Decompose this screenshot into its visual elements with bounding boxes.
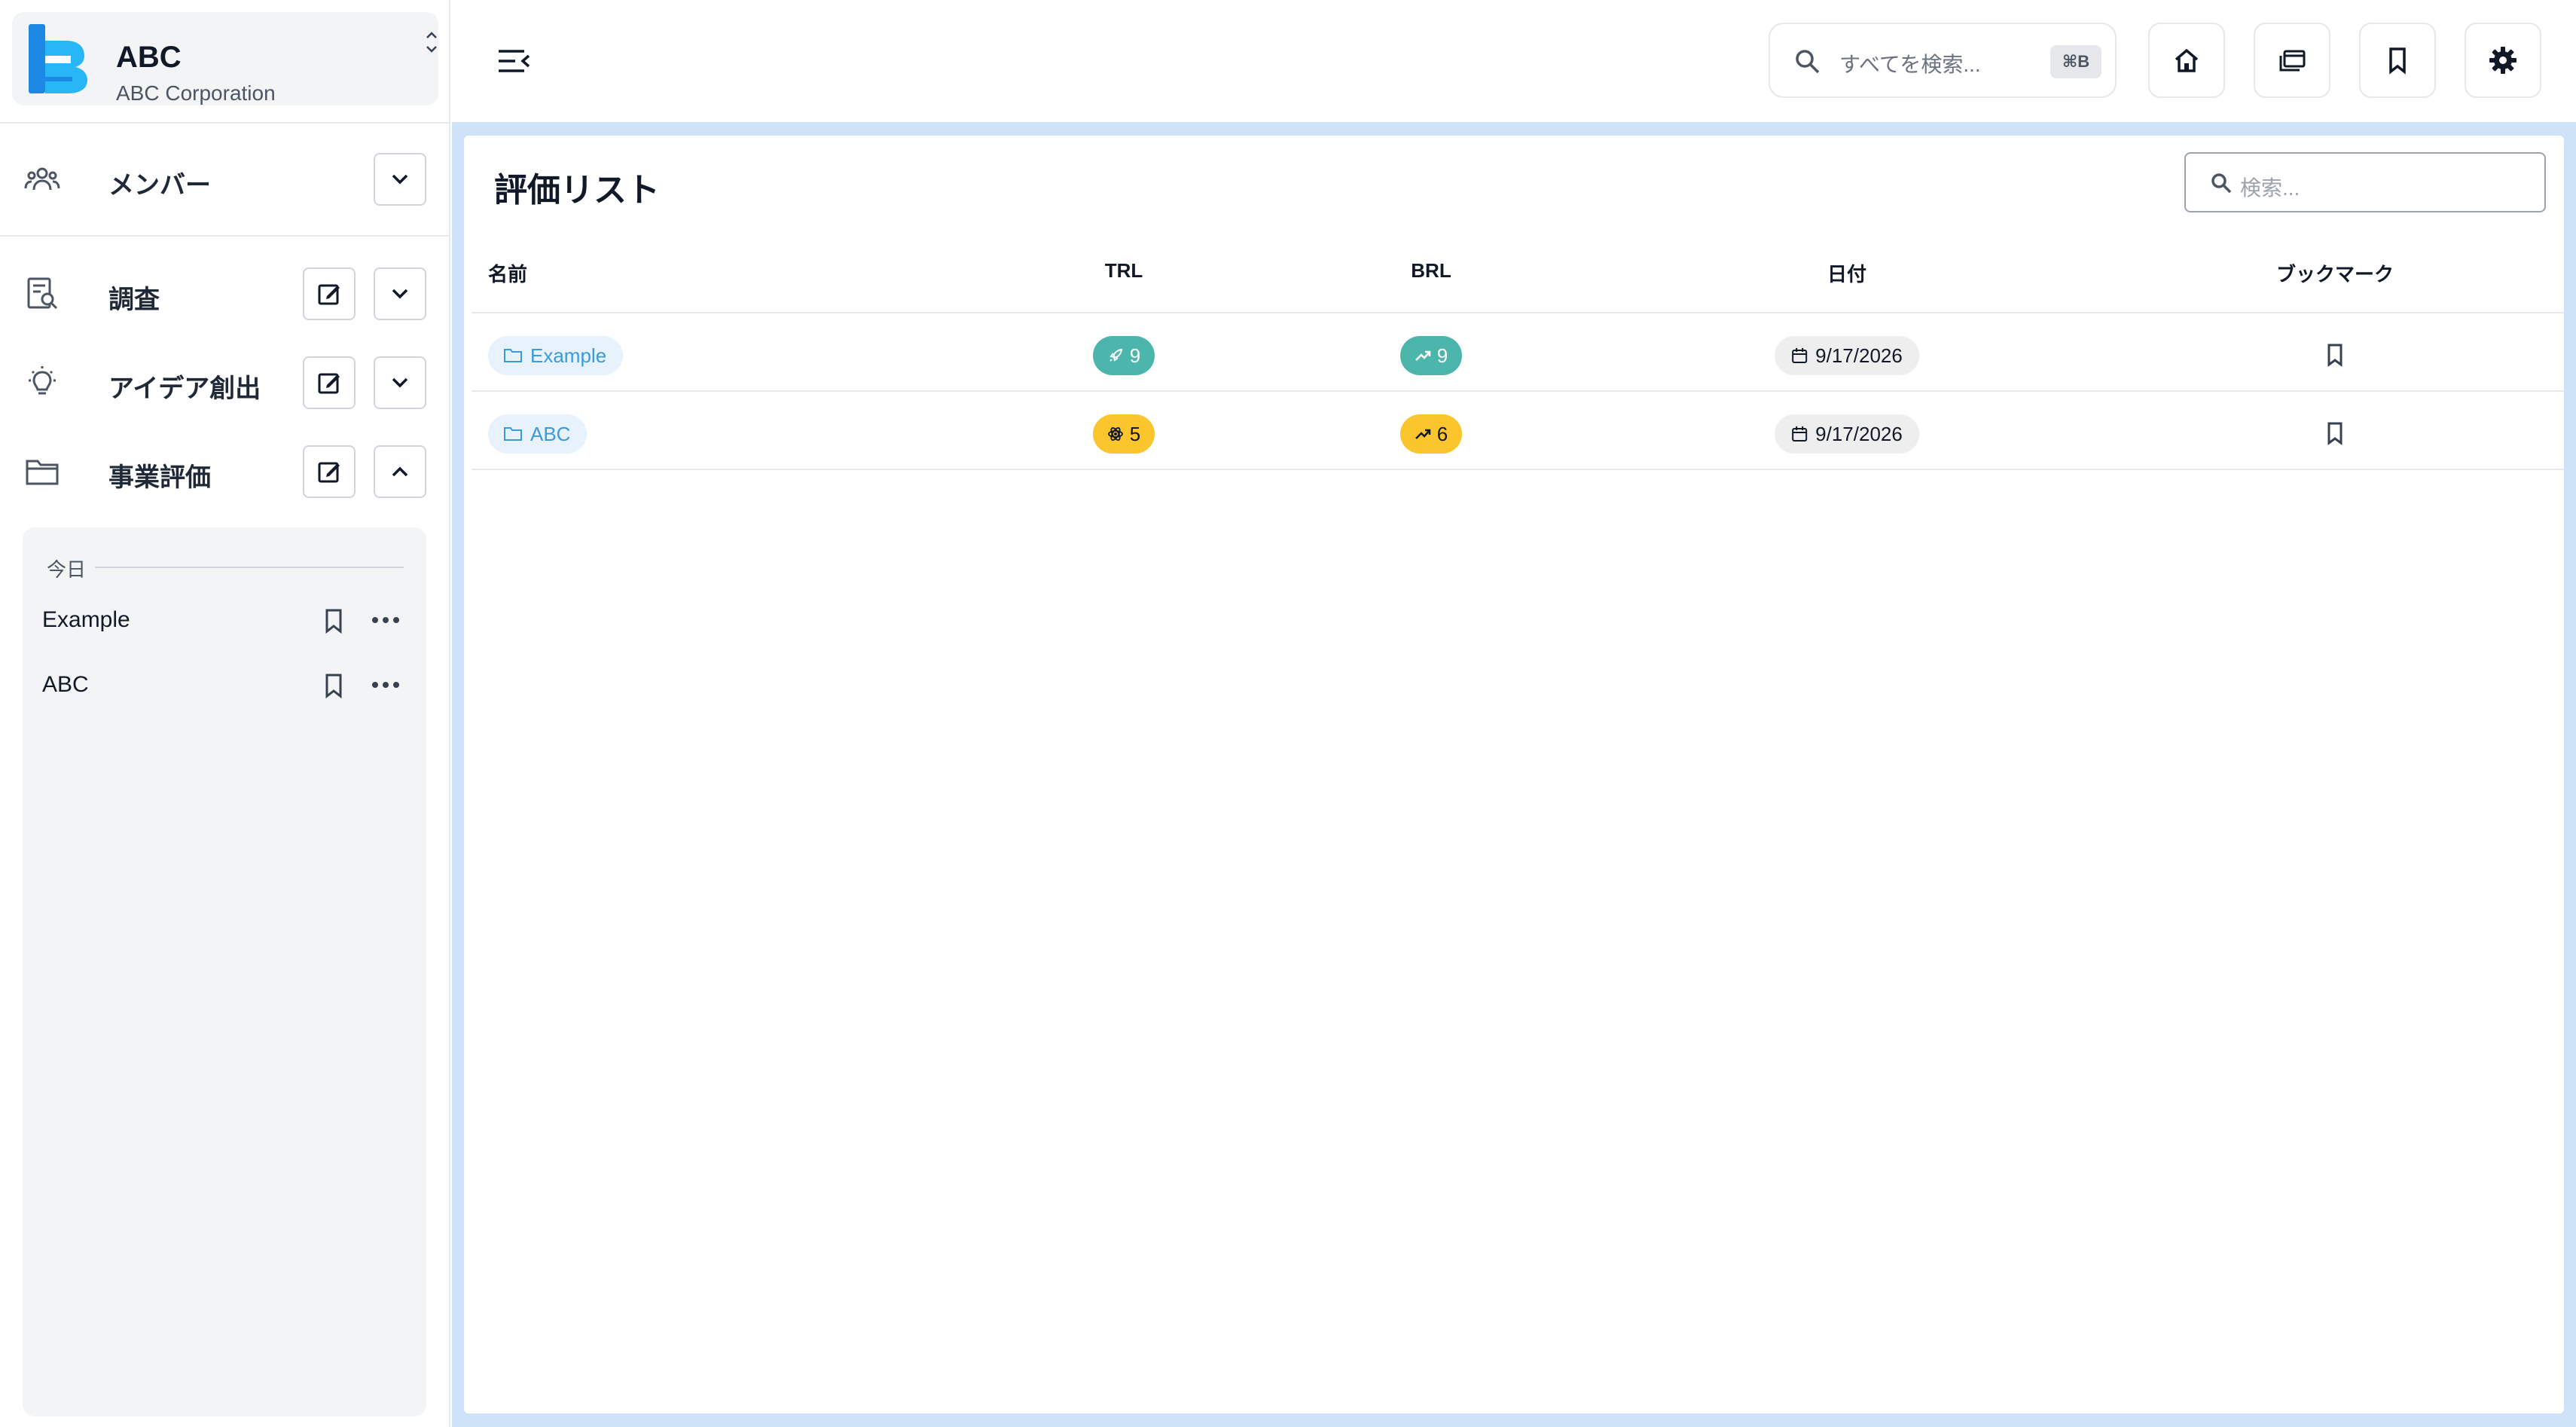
chevron-down-icon: [392, 289, 408, 299]
bookmark-icon[interactable]: [321, 672, 346, 699]
expand-ideation-button[interactable]: [374, 356, 426, 409]
sidebar-item-label: メンバー: [108, 171, 211, 200]
search-icon: [2211, 173, 2232, 194]
table-divider: [472, 469, 2564, 470]
sidebar-toggle-icon[interactable]: [494, 42, 532, 80]
people-icon: [24, 167, 60, 191]
top-header: すべてを検索... ⌘B: [452, 0, 2576, 122]
folder-icon: [504, 349, 522, 362]
edit-icon: [318, 462, 340, 483]
column-header-bookmark[interactable]: ブックマーク: [2276, 259, 2394, 287]
atom-icon: [1107, 427, 1123, 441]
trl-value: 9: [1129, 344, 1141, 367]
org-name: ABC: [116, 41, 182, 74]
trend-up-icon: [1415, 350, 1431, 361]
list-search-placeholder: 検索...: [2240, 176, 2300, 200]
global-search-placeholder: すべてを検索...: [1839, 53, 1981, 76]
app: ABC ABC Corporation メンバー 調査 アイデア創出 事業評価 …: [0, 0, 2576, 1427]
expand-members-button[interactable]: [374, 153, 426, 206]
trl-badge: 9: [1093, 336, 1155, 375]
search-icon: [1796, 50, 1820, 74]
history-item[interactable]: ABC: [23, 658, 426, 711]
home-icon: [2175, 48, 2199, 72]
sidebar-item-label: 調査: [108, 286, 160, 314]
sidebar-divider: [0, 122, 449, 124]
evaluation-name: ABC: [530, 422, 571, 445]
sidebar-item-label: 事業評価: [108, 463, 211, 492]
evaluation-name-chip[interactable]: ABC: [488, 414, 588, 454]
company-logo: [29, 24, 87, 93]
edit-icon: [318, 284, 340, 305]
column-header-trl[interactable]: TRL: [1105, 259, 1143, 283]
expand-research-button[interactable]: [374, 267, 426, 320]
bookmarks-button[interactable]: [2359, 23, 2436, 98]
trl-badge: 5: [1093, 414, 1155, 454]
sidebar-item-research[interactable]: 調査: [0, 264, 449, 324]
home-button[interactable]: [2148, 23, 2225, 98]
bookmark-icon[interactable]: [321, 607, 346, 634]
lightbulb-icon: [29, 366, 56, 395]
sidebar-item-label: アイデア創出: [108, 374, 261, 403]
chevron-down-icon: [392, 377, 408, 388]
stack-icon: [2279, 50, 2306, 72]
table-row[interactable]: ABC 5 6 9/17/2026: [464, 392, 2564, 470]
sidebar-item-members[interactable]: メンバー: [0, 149, 449, 209]
brl-badge: 9: [1400, 336, 1462, 375]
org-subtitle: ABC Corporation: [116, 81, 276, 105]
new-research-button[interactable]: [303, 267, 356, 320]
edit-icon: [318, 373, 340, 394]
history-group-label: 今日: [47, 558, 87, 581]
collapse-evaluation-button[interactable]: [374, 445, 426, 498]
trend-up-icon: [1415, 429, 1431, 439]
brl-value: 6: [1436, 422, 1448, 445]
org-switcher[interactable]: ABC ABC Corporation: [12, 12, 438, 105]
calendar-icon: [1792, 426, 1808, 442]
global-search-input[interactable]: すべてを検索... ⌘B: [1769, 23, 2117, 98]
library-button[interactable]: [2254, 23, 2330, 98]
settings-icon: [2489, 47, 2516, 74]
sidebar-item-business-evaluation[interactable]: 事業評価: [0, 442, 449, 502]
column-header-date[interactable]: 日付: [1827, 259, 1866, 287]
evaluation-history-panel: 今日 Example ABC: [23, 527, 426, 1416]
date-chip: 9/17/2026: [1775, 336, 1919, 375]
trl-value: 5: [1129, 422, 1141, 445]
rocket-icon: [1109, 348, 1122, 362]
date-value: 9/17/2026: [1815, 422, 1903, 445]
evaluation-name-chip[interactable]: Example: [488, 336, 624, 375]
column-header-name[interactable]: 名前: [488, 259, 527, 287]
new-idea-button[interactable]: [303, 356, 356, 409]
history-divider: [95, 567, 404, 568]
settings-button[interactable]: [2465, 23, 2541, 98]
more-horizontal-icon[interactable]: [369, 609, 402, 631]
sidebar: ABC ABC Corporation メンバー 調査 アイデア創出 事業評価 …: [0, 0, 450, 1427]
brl-badge: 6: [1400, 414, 1462, 454]
calendar-icon: [1792, 348, 1808, 363]
folder-icon: [26, 460, 59, 485]
table-row[interactable]: Example 9 9 9/17/2026: [464, 313, 2564, 392]
chevron-up-icon: [392, 466, 408, 477]
date-value: 9/17/2026: [1815, 344, 1903, 367]
column-header-brl[interactable]: BRL: [1411, 259, 1451, 283]
history-item-label: Example: [42, 607, 130, 632]
sidebar-item-ideation[interactable]: アイデア創出: [0, 353, 449, 413]
sidebar-divider: [0, 235, 449, 237]
more-horizontal-icon[interactable]: [369, 674, 402, 696]
chevron-updown-icon[interactable]: [420, 27, 443, 57]
evaluation-name: Example: [530, 344, 607, 367]
history-item-label: ABC: [42, 672, 89, 697]
history-item[interactable]: Example: [23, 594, 426, 646]
folder-icon: [504, 427, 522, 441]
evaluation-list-card: 評価リスト 検索... 名前 TRL BRL 日付 ブックマーク Example: [464, 136, 2564, 1413]
page-title: 評価リスト: [494, 172, 660, 209]
search-shortcut-badge: ⌘B: [2050, 45, 2101, 78]
brl-value: 9: [1436, 344, 1448, 367]
research-icon: [27, 277, 58, 310]
bookmark-icon[interactable]: [2324, 420, 2346, 446]
date-chip: 9/17/2026: [1775, 414, 1919, 454]
list-search-input[interactable]: 検索...: [2184, 152, 2546, 212]
bookmark-icon: [2389, 47, 2406, 75]
bookmark-icon[interactable]: [2324, 342, 2346, 368]
new-evaluation-button[interactable]: [303, 445, 356, 498]
chevron-down-icon: [392, 174, 408, 185]
